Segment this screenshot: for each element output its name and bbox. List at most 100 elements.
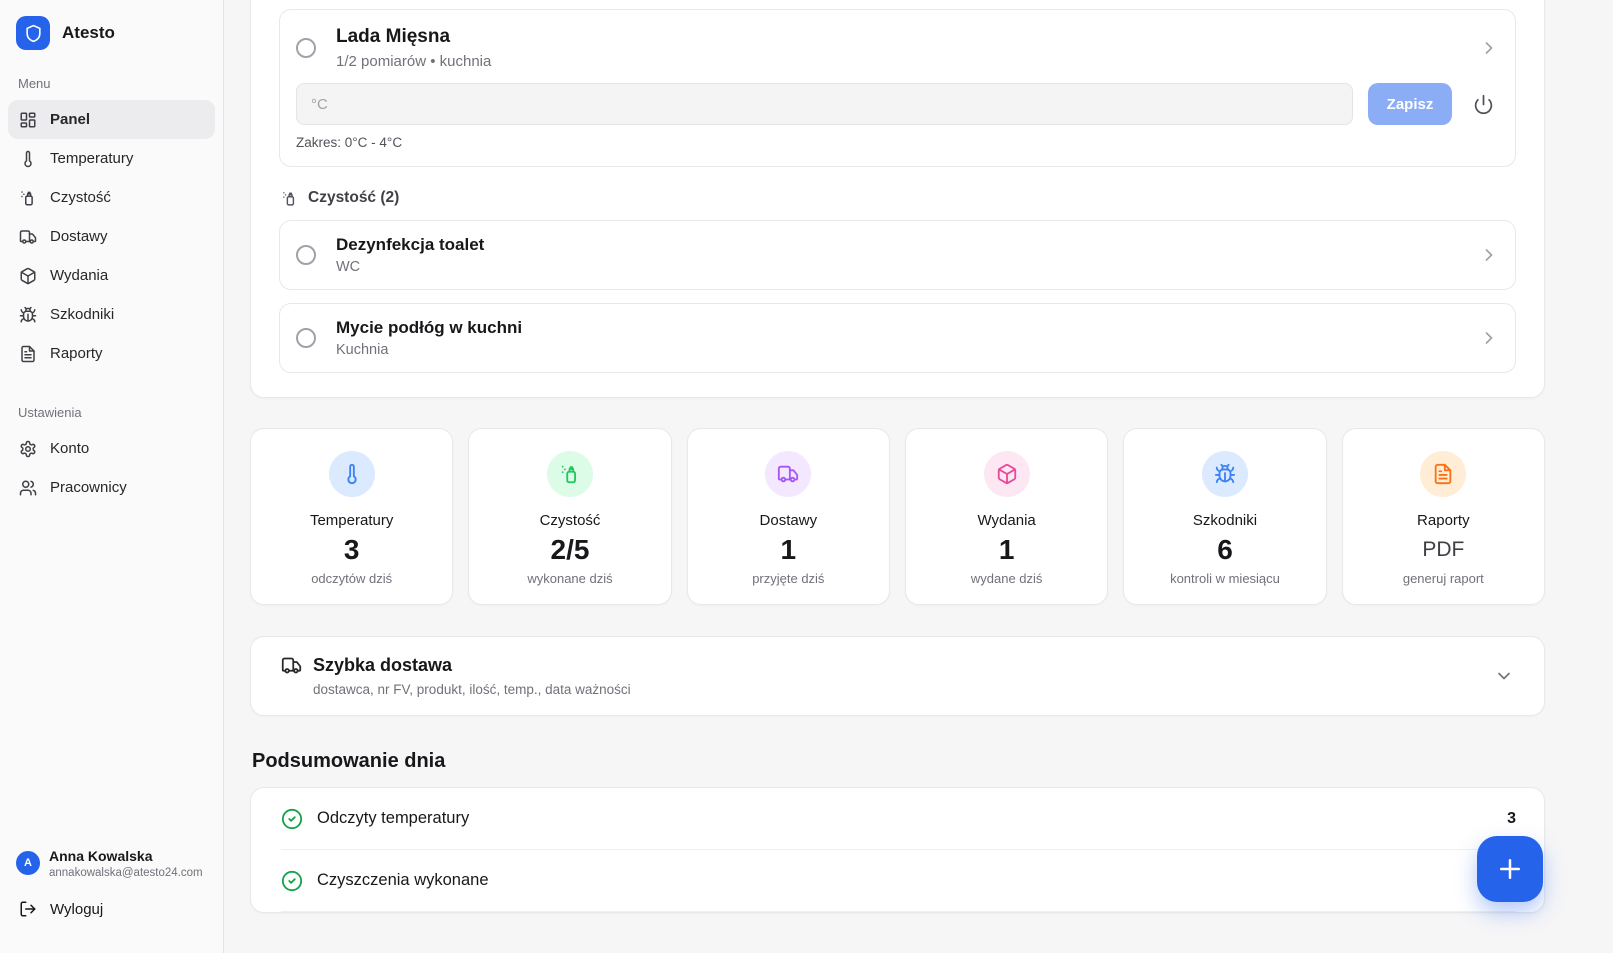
check-circle-icon (281, 870, 303, 892)
sidebar-item-label: Panel (50, 111, 90, 128)
chevron-right-icon (1479, 328, 1499, 348)
stat-label: Temperatury (310, 512, 393, 529)
settings-section-label: Ustawienia (8, 395, 215, 429)
logout-button[interactable]: Wyloguj (8, 891, 215, 927)
truck-icon (281, 655, 302, 676)
stat-label: Czystość (540, 512, 601, 529)
user-profile[interactable]: A Anna Kowalska annakowalska@atesto24.co… (8, 840, 215, 891)
cleaning-task[interactable]: Dezynfekcja toalet WC (279, 220, 1516, 290)
stat-icon-wrap (1420, 451, 1466, 497)
stat-card-temperatury[interactable]: Temperatury 3 odczytów dziś (250, 428, 453, 605)
task-radio[interactable] (296, 38, 316, 58)
sidebar-item-wydania[interactable]: Wydania (8, 256, 215, 295)
task-radio[interactable] (296, 245, 316, 265)
sidebar-item-raporty[interactable]: Raporty (8, 334, 215, 373)
truck-icon (777, 463, 799, 485)
package-icon (19, 267, 37, 285)
chevron-right-icon (1479, 245, 1499, 265)
stat-card-szkodniki[interactable]: Szkodniki 6 kontroli w miesiącu (1123, 428, 1326, 605)
stat-label: Wydania (978, 512, 1036, 529)
task-title: Mycie podłóg w kuchni (336, 318, 522, 338)
stat-caption: kontroli w miesiącu (1170, 571, 1280, 586)
cleaning-section-title: Czystość (2) (308, 189, 399, 207)
stat-card-raporty[interactable]: Raporty PDF generuj raport (1342, 428, 1545, 605)
save-button[interactable]: Zapisz (1368, 83, 1452, 125)
quick-delivery-subtitle: dostawca, nr FV, produkt, ilość, temp., … (313, 682, 631, 697)
avatar: A (16, 851, 40, 875)
sidebar-item-label: Temperatury (50, 150, 133, 167)
summary-card: Odczyty temperatury 3 Czyszczenia wykona… (250, 787, 1545, 913)
stat-value: 2/5 (551, 533, 590, 567)
temperature-task: Lada Mięsna 1/2 pomiarów • kuchnia Zapis… (279, 9, 1516, 167)
plus-icon (1495, 854, 1525, 884)
summary-row: Odczyty temperatury 3 (281, 788, 1516, 850)
sidebar-item-konto[interactable]: Konto (8, 429, 215, 468)
temperature-task-header[interactable]: Lada Mięsna 1/2 pomiarów • kuchnia (296, 26, 1499, 70)
main-content: Lada Mięsna 1/2 pomiarów • kuchnia Zapis… (224, 0, 1613, 953)
check-circle-icon (281, 808, 303, 830)
sidebar-item-pracownicy[interactable]: Pracownicy (8, 468, 215, 507)
stat-label: Szkodniki (1193, 512, 1257, 529)
sidebar-item-label: Wydania (50, 267, 108, 284)
bug-icon (1214, 463, 1236, 485)
sidebar-item-panel[interactable]: Panel (8, 100, 215, 139)
task-radio[interactable] (296, 328, 316, 348)
sidebar-item-label: Szkodniki (50, 306, 114, 323)
spray-icon (559, 463, 581, 485)
report-icon (1432, 463, 1454, 485)
sidebar-item-czystosc[interactable]: Czystość (8, 178, 215, 217)
report-icon (19, 345, 37, 363)
stat-card-czystosc[interactable]: Czystość 2/5 wykonane dziś (468, 428, 671, 605)
sidebar-item-label: Pracownicy (50, 479, 127, 496)
task-title: Lada Mięsna (336, 26, 491, 48)
summary-row-label: Czyszczenia wykonane (317, 871, 489, 890)
sidebar-item-szkodniki[interactable]: Szkodniki (8, 295, 215, 334)
sidebar-item-label: Raporty (50, 345, 103, 362)
measurement-row: Zapisz (296, 83, 1499, 125)
temperature-input[interactable] (296, 83, 1353, 125)
summary-title: Podsumowanie dnia (252, 750, 1545, 773)
stat-icon-wrap (1202, 451, 1248, 497)
stat-icon-wrap (329, 451, 375, 497)
user-name: Anna Kowalska (49, 848, 203, 864)
stat-card-wydania[interactable]: Wydania 1 wydane dziś (905, 428, 1108, 605)
dashboard-icon (19, 111, 37, 129)
app-root: Atesto Menu Panel Temperatury Czystość D… (0, 0, 1613, 953)
cleaning-task[interactable]: Mycie podłóg w kuchni Kuchnia (279, 303, 1516, 373)
range-note: Zakres: 0°C - 4°C (296, 135, 1499, 150)
spray-icon (19, 189, 37, 207)
thermometer-icon (19, 150, 37, 168)
main-nav: Panel Temperatury Czystość Dostawy Wydan… (8, 100, 215, 373)
stat-card-dostawy[interactable]: Dostawy 1 przyjęte dziś (687, 428, 890, 605)
stat-caption: generuj raport (1403, 571, 1484, 586)
sidebar-item-temperatury[interactable]: Temperatury (8, 139, 215, 178)
logout-icon (19, 900, 37, 918)
sidebar-item-dostawy[interactable]: Dostawy (8, 217, 215, 256)
task-location: Kuchnia (336, 342, 522, 358)
brand-logo (16, 16, 50, 50)
menu-section-label: Menu (8, 66, 215, 100)
stats-row: Temperatury 3 odczytów dziś Czystość 2/5… (250, 428, 1545, 605)
chevron-down-icon (1494, 666, 1514, 686)
sidebar-item-label: Czystość (50, 189, 111, 206)
summary-row-value: 3 (1507, 810, 1516, 828)
cleaning-section-header: Czystość (2) (281, 189, 1516, 207)
add-button[interactable] (1477, 836, 1543, 902)
sidebar: Atesto Menu Panel Temperatury Czystość D… (0, 0, 224, 953)
stat-label: Dostawy (760, 512, 818, 529)
brand: Atesto (8, 12, 215, 66)
stat-value: 3 (344, 533, 360, 567)
thermometer-icon (341, 463, 363, 485)
tasks-card: Lada Mięsna 1/2 pomiarów • kuchnia Zapis… (250, 0, 1545, 398)
task-title: Dezynfekcja toalet (336, 235, 484, 255)
gear-icon (19, 440, 37, 458)
user-email: annakowalska@atesto24.com (49, 867, 203, 879)
shield-icon (24, 24, 43, 43)
chevron-right-icon (1479, 38, 1499, 58)
quick-delivery-card[interactable]: Szybka dostawa dostawca, nr FV, produkt,… (250, 636, 1545, 716)
power-button[interactable] (1467, 88, 1499, 120)
stat-caption: wykonane dziś (527, 571, 612, 586)
truck-icon (19, 228, 37, 246)
users-icon (19, 479, 37, 497)
sidebar-bottom: A Anna Kowalska annakowalska@atesto24.co… (8, 840, 215, 927)
